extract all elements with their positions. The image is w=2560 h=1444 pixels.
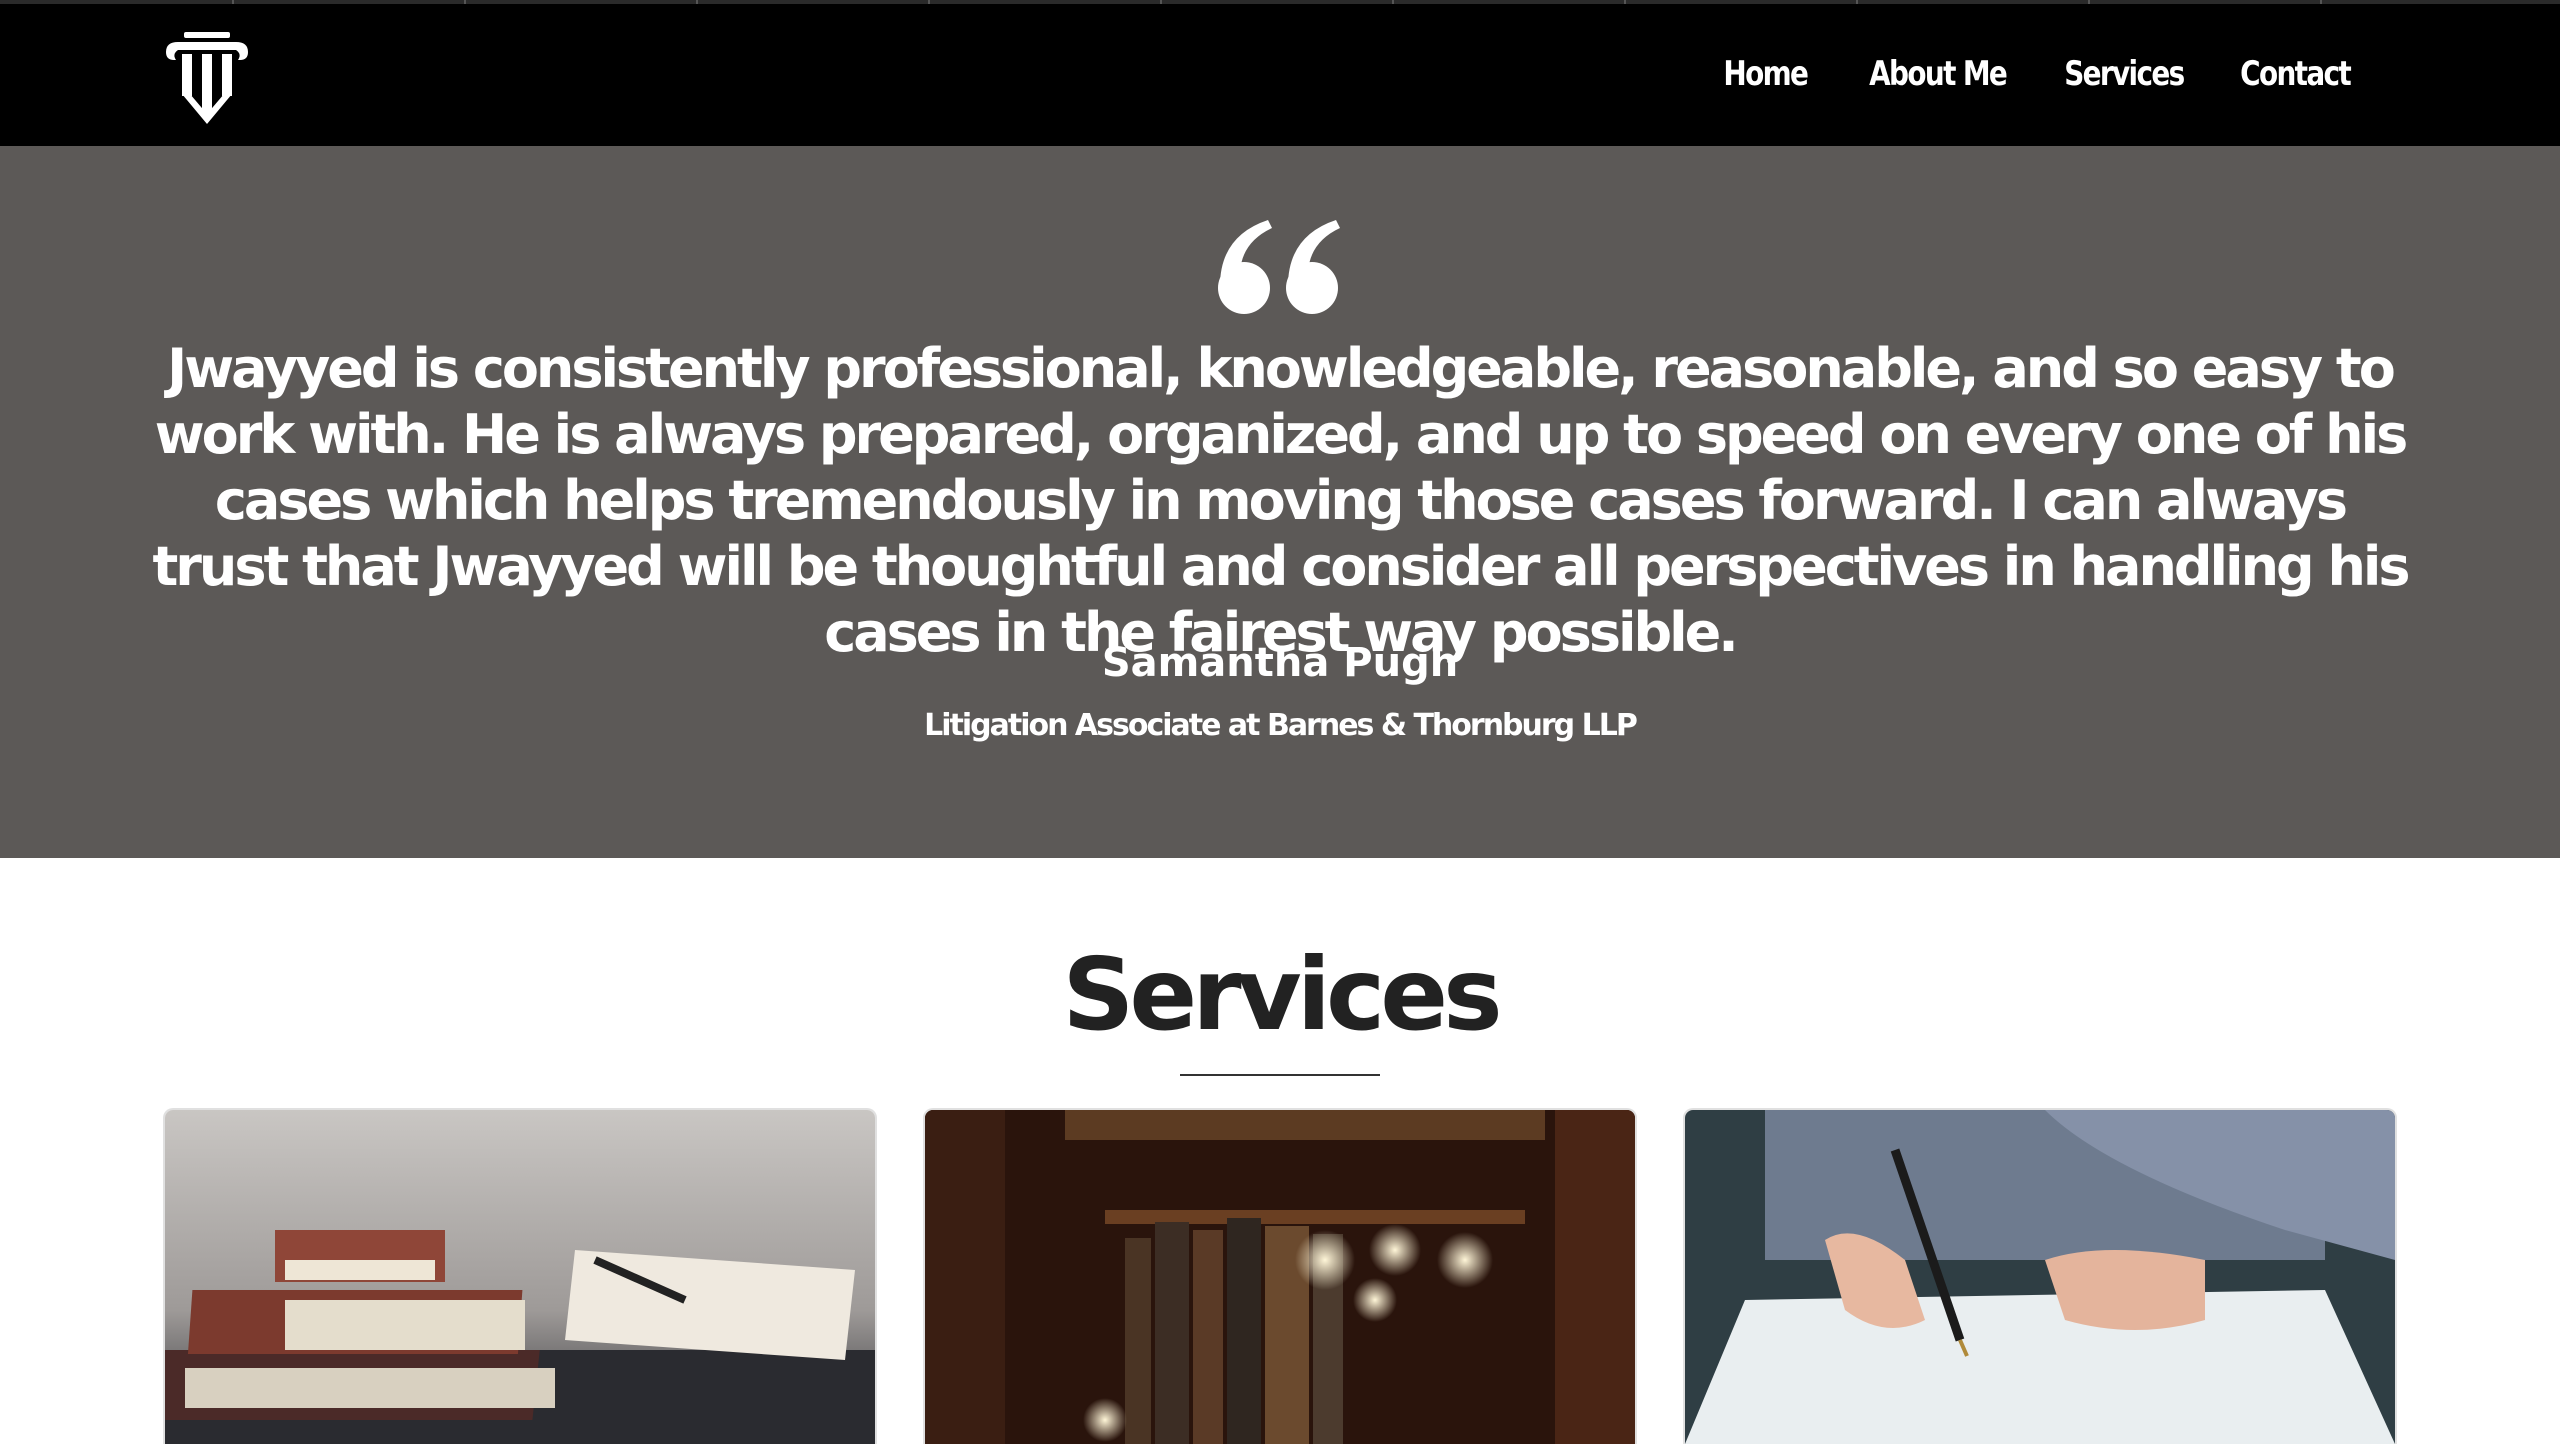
top-border-decoration xyxy=(0,0,2560,4)
heading-underline xyxy=(1180,1074,1380,1076)
service-card-2[interactable] xyxy=(925,1110,1635,1444)
service-card-3[interactable] xyxy=(1685,1110,2395,1444)
hand-writing-document-image xyxy=(1685,1110,2395,1444)
services-heading: Services xyxy=(1062,936,1502,1053)
testimonial-section: Jwayyed is consistently professional, kn… xyxy=(0,146,2560,858)
top-navbar: Home About Me Services Contact xyxy=(0,0,2560,146)
quote-icon xyxy=(1216,216,1342,316)
pillar-logo-icon[interactable] xyxy=(162,30,252,126)
nav-about-link[interactable]: About Me xyxy=(1869,54,2008,94)
service-card-1[interactable] xyxy=(165,1110,875,1444)
testimonial-quote: Jwayyed is consistently professional, kn… xyxy=(152,337,2410,664)
stacked-books-with-pen-image xyxy=(165,1110,875,1444)
nav-menu: Home About Me Services Contact xyxy=(1705,54,2352,94)
bookshelf-image xyxy=(925,1110,1635,1444)
testimonial-author-title: Litigation Associate at Barnes & Thornbu… xyxy=(924,708,1638,743)
testimonial-author: Samantha Pugh xyxy=(1101,640,1459,686)
nav-services-link[interactable]: Services xyxy=(2064,54,2185,94)
nav-home-link[interactable]: Home xyxy=(1723,54,1809,94)
nav-contact-link[interactable]: Contact xyxy=(2240,54,2352,94)
